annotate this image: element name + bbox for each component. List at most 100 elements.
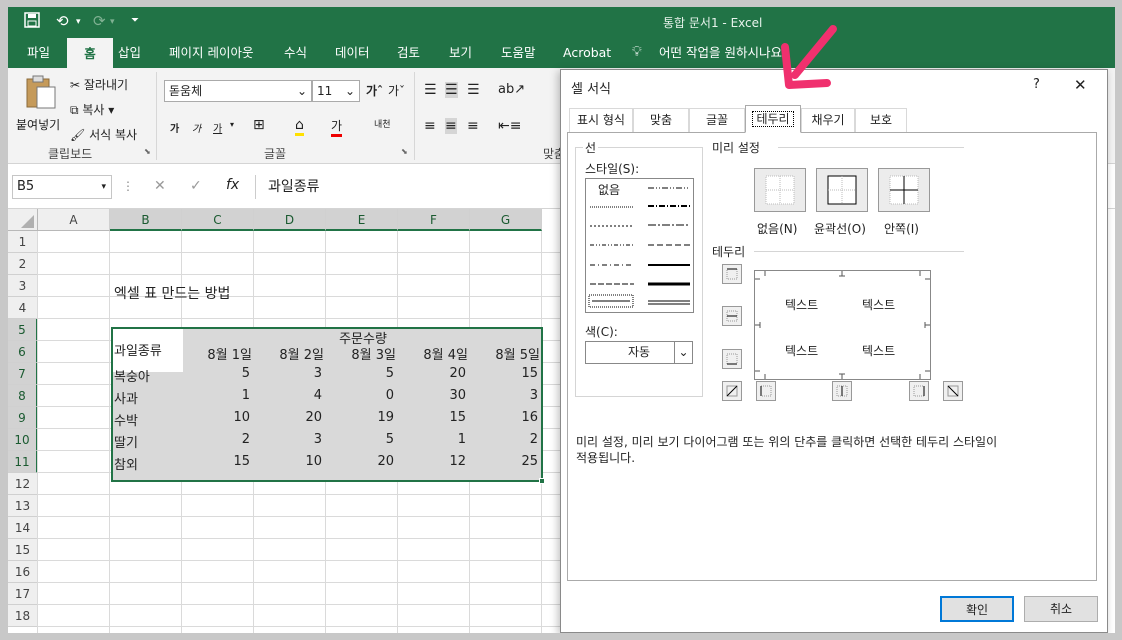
column-header-b[interactable]: B bbox=[110, 209, 182, 231]
border-right-button[interactable] bbox=[909, 381, 929, 401]
help-icon[interactable]: ? bbox=[1033, 77, 1040, 92]
align-middle-icon[interactable]: ☰ bbox=[445, 82, 458, 98]
undo-icon[interactable]: ⟲ bbox=[56, 12, 69, 30]
align-top-icon[interactable]: ☰ bbox=[424, 82, 437, 98]
font-name-combo[interactable]: 돋움체 ⌄ bbox=[164, 80, 312, 102]
dialog-launcher-icon[interactable]: ⬊ bbox=[144, 147, 151, 156]
underline-icon[interactable]: 가 bbox=[213, 120, 222, 135]
row-header[interactable]: 9 bbox=[8, 407, 38, 429]
enter-icon[interactable]: ✓ bbox=[190, 178, 202, 194]
ok-button[interactable]: 확인 bbox=[940, 596, 1014, 622]
tab-home[interactable]: 홈 bbox=[67, 37, 113, 68]
tab-view[interactable]: 보기 bbox=[444, 37, 477, 68]
paste-icon[interactable] bbox=[24, 74, 58, 110]
close-icon[interactable]: ✕ bbox=[1074, 76, 1087, 94]
row-header[interactable]: 17 bbox=[8, 583, 38, 605]
cancel-icon[interactable]: ✕ bbox=[154, 178, 166, 194]
row-header[interactable]: 6 bbox=[8, 341, 38, 363]
tab-review[interactable]: 검토 bbox=[392, 37, 425, 68]
border-diagonal-down-button[interactable] bbox=[943, 381, 963, 401]
tab-file[interactable]: 파일 bbox=[22, 37, 55, 68]
border-preview[interactable]: 텍스트 텍스트 텍스트 텍스트 bbox=[754, 270, 931, 380]
tab-formulas[interactable]: 수식 bbox=[279, 37, 312, 68]
align-right-icon[interactable]: ≡ bbox=[467, 118, 479, 134]
border-left-button[interactable] bbox=[756, 381, 776, 401]
line-style-samples[interactable] bbox=[586, 179, 693, 312]
border-inside-horizontal-button[interactable] bbox=[722, 306, 742, 326]
tab-insert[interactable]: 삽입 bbox=[113, 37, 146, 68]
dialog-launcher-icon[interactable]: ⬊ bbox=[401, 147, 408, 156]
orientation-icon[interactable]: ab↗ bbox=[498, 82, 525, 97]
column-header-c[interactable]: C bbox=[182, 209, 254, 231]
border-diagonal-up-button[interactable] bbox=[722, 381, 742, 401]
name-box[interactable]: B5 ▾ bbox=[12, 175, 112, 199]
row-header[interactable]: 12 bbox=[8, 473, 38, 495]
font-color-icon[interactable]: 가 bbox=[331, 117, 343, 137]
cut-button[interactable]: ✂︎ 잘라내기 bbox=[70, 76, 128, 93]
indent-icon[interactable]: ⇤≡ bbox=[498, 118, 521, 134]
italic-icon[interactable]: 가 bbox=[192, 120, 201, 135]
sheet-title-cell[interactable]: 엑셀 표 만드는 방법 bbox=[114, 283, 230, 303]
row-header[interactable]: 13 bbox=[8, 495, 38, 517]
color-dropdown[interactable]: 자동 ⌄ bbox=[585, 341, 693, 364]
copy-button[interactable]: ⧉ 복사 ▾ bbox=[70, 101, 114, 118]
customize-qat-icon[interactable]: ⏷ bbox=[131, 15, 139, 26]
column-header-a[interactable]: A bbox=[38, 209, 110, 231]
align-left-icon[interactable]: ≡ bbox=[424, 118, 436, 134]
tab-protection[interactable]: 보호 bbox=[855, 108, 907, 132]
insert-function-icon[interactable]: fx bbox=[226, 177, 239, 193]
fill-handle[interactable] bbox=[539, 478, 545, 484]
save-icon[interactable] bbox=[24, 12, 40, 32]
row-header[interactable]: 3 bbox=[8, 275, 38, 297]
fill-color-icon[interactable]: ⌂ bbox=[295, 117, 304, 136]
undo-dropdown-icon[interactable]: ▾ bbox=[76, 17, 81, 27]
decrease-font-icon[interactable]: 가ˇ bbox=[388, 82, 405, 99]
tab-alignment[interactable]: 맞춤 bbox=[633, 108, 689, 132]
borders-icon[interactable]: ⊞ bbox=[253, 117, 265, 133]
align-bottom-icon[interactable]: ☰ bbox=[467, 82, 480, 98]
row-header[interactable]: 15 bbox=[8, 539, 38, 561]
border-top-button[interactable] bbox=[722, 264, 742, 284]
row-header[interactable]: 5 bbox=[8, 319, 38, 341]
row-header[interactable]: 8 bbox=[8, 385, 38, 407]
tab-fill[interactable]: 채우기 bbox=[801, 108, 855, 132]
preset-none-button[interactable] bbox=[754, 168, 806, 212]
border-bottom-button[interactable] bbox=[722, 349, 742, 369]
bold-icon[interactable]: 가 bbox=[170, 120, 179, 135]
format-painter-button[interactable]: 🖌︎ 서식 복사 bbox=[70, 126, 137, 143]
tab-acrobat[interactable]: Acrobat bbox=[558, 37, 616, 68]
tab-font[interactable]: 글꼴 bbox=[689, 108, 745, 132]
row-header[interactable]: 4 bbox=[8, 297, 38, 319]
align-center-icon[interactable]: ≡ bbox=[445, 118, 457, 134]
preset-outline-button[interactable] bbox=[816, 168, 868, 212]
row-header[interactable]: 11 bbox=[8, 451, 38, 473]
cancel-button[interactable]: 취소 bbox=[1024, 596, 1098, 622]
chevron-down-icon[interactable]: ▾ bbox=[230, 120, 234, 129]
select-all-corner[interactable] bbox=[8, 209, 38, 231]
row-header[interactable]: 2 bbox=[8, 253, 38, 275]
tab-help[interactable]: 도움말 bbox=[496, 37, 541, 68]
column-header-e[interactable]: E bbox=[326, 209, 398, 231]
tell-me-search[interactable]: 어떤 작업을 원하시나요 bbox=[654, 37, 784, 68]
row-header[interactable]: 7 bbox=[8, 363, 38, 385]
column-header-f[interactable]: F bbox=[398, 209, 470, 231]
tab-page-layout[interactable]: 페이지 레이아웃 bbox=[164, 37, 258, 68]
paste-label[interactable]: 붙여넣기 bbox=[16, 116, 60, 133]
font-size-combo[interactable]: 11 ⌄ bbox=[312, 80, 360, 102]
row-header[interactable]: 10 bbox=[8, 429, 38, 451]
border-inside-vertical-button[interactable] bbox=[832, 381, 852, 401]
row-header[interactable]: 1 bbox=[8, 231, 38, 253]
tab-border[interactable]: 테두리 bbox=[745, 105, 801, 133]
preset-inside-button[interactable] bbox=[878, 168, 930, 212]
row-header[interactable]: 16 bbox=[8, 561, 38, 583]
phonetic-icon[interactable]: 내천 bbox=[374, 117, 391, 130]
increase-font-icon[interactable]: 가ˆ bbox=[366, 82, 383, 99]
tab-number-format[interactable]: 표시 형식 bbox=[569, 108, 633, 132]
line-style-list[interactable]: 없음 bbox=[585, 178, 694, 313]
column-header-d[interactable]: D bbox=[254, 209, 326, 231]
row-header[interactable]: 14 bbox=[8, 517, 38, 539]
column-header-g[interactable]: G bbox=[470, 209, 542, 231]
row-header[interactable]: 18 bbox=[8, 605, 38, 627]
gridline bbox=[38, 318, 563, 319]
tab-data[interactable]: 데이터 bbox=[330, 37, 375, 68]
